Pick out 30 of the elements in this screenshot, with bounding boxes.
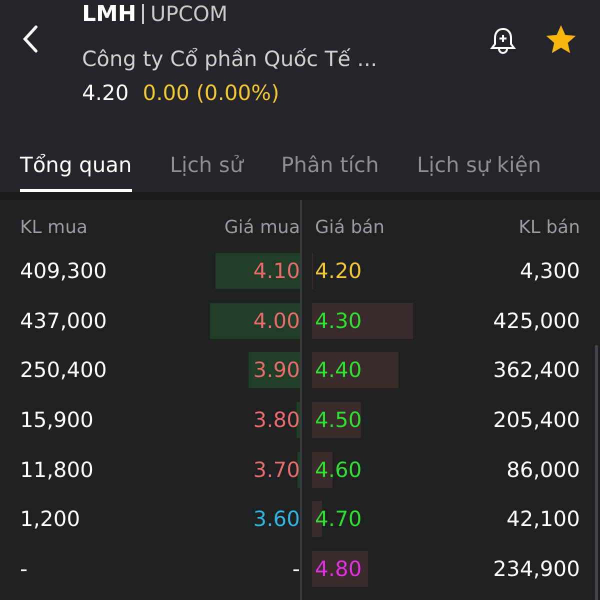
current-price: 4.20 <box>82 81 129 105</box>
ask-volume: 362,400 <box>492 358 580 382</box>
bid-volume: 250,400 <box>20 358 108 382</box>
ask-volume: 205,400 <box>492 408 580 432</box>
column-header: Giá bán <box>314 216 386 238</box>
column-header: Giá mua <box>223 216 300 238</box>
price-change: 0.00 (0.00%) <box>142 81 280 105</box>
tab[interactable]: Phân tích <box>281 140 379 192</box>
bell-plus-icon[interactable] <box>490 26 516 54</box>
tab[interactable]: Tổng quan <box>20 140 132 192</box>
bid-volume: 1,200 <box>20 507 82 532</box>
ask-volume: 4,300 <box>518 258 580 283</box>
column-header: KL mua <box>20 216 89 238</box>
tab[interactable]: Lịch sự kiện <box>416 140 542 192</box>
bid-volume: 409,300 <box>20 258 108 283</box>
company-name: Công ty Cổ phần Quốc Tế ... <box>82 47 378 71</box>
exchange-name: UPCOM <box>142 4 228 24</box>
ask-volume: 234,900 <box>492 556 580 581</box>
ask-volume: 86,000 <box>506 458 580 482</box>
star-icon[interactable] <box>546 25 576 55</box>
ask-volume: 42,100 <box>506 507 580 532</box>
bid-volume: 15,900 <box>20 408 94 432</box>
bid-volume: 437,000 <box>20 308 108 333</box>
ticker-symbol: LMH <box>82 2 136 27</box>
column-header: KL bán <box>518 216 580 238</box>
bid-volume: - <box>20 556 29 581</box>
ask-volume: 425,000 <box>492 308 580 333</box>
back-icon <box>22 25 38 53</box>
tab[interactable]: Lịch sử <box>170 140 244 192</box>
bid-volume: 11,800 <box>20 458 94 482</box>
